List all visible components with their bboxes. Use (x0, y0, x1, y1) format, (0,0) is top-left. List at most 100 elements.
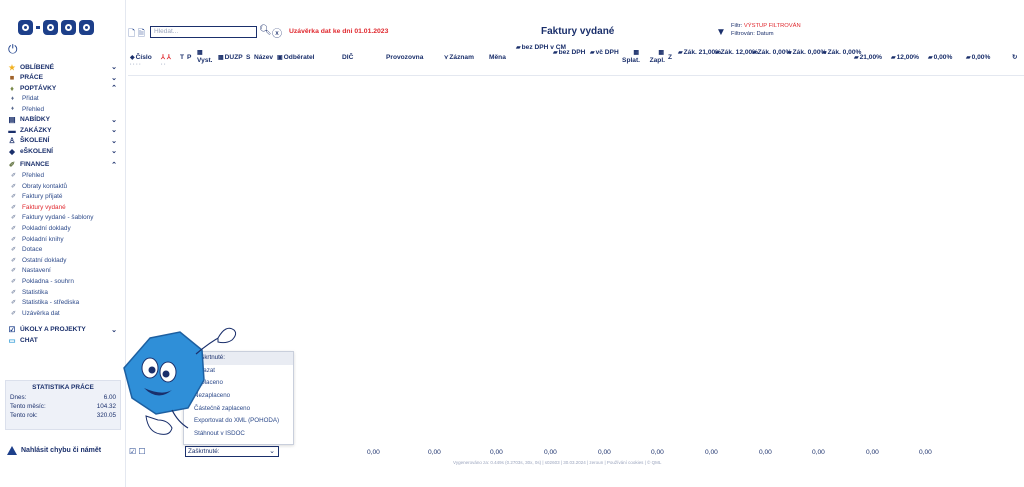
hierarchy-icon: ⋎ (444, 55, 449, 61)
col-zak-12[interactable]: ▰Zák. 12,00% (715, 49, 758, 57)
pencil-icon: ✐ (11, 300, 17, 307)
money-bill-icon: ▰ (678, 50, 683, 56)
sidebar-section-poptavky[interactable]: ♦ POPTÁVKY ⌃ (0, 83, 124, 94)
sidebar-section-nabidky[interactable]: ▤ NABÍDKY ⌄ (0, 115, 124, 126)
pencil-icon: ✐ (11, 289, 17, 296)
sidebar-item-label: Obraty kontaktů (22, 182, 68, 190)
sidebar-item-pridat[interactable]: ♦ Přidat (0, 94, 124, 105)
sort-dot: · · (161, 62, 166, 68)
sidebar-item-finance[interactable]: ✐ Statistika (0, 287, 124, 298)
col-dic[interactable]: DIČ (342, 54, 353, 62)
sidebar-section-prace[interactable]: ■ PRÁCE ⌄ (0, 73, 124, 84)
col-z[interactable]: Z (668, 54, 672, 62)
col-0-b[interactable]: ▰0,00% (966, 54, 990, 62)
col-odberatel[interactable]: ▣Odběratel (277, 54, 314, 62)
col-bez-dph-cm[interactable]: ▰bez DPH v CM (516, 44, 566, 52)
col-zapl[interactable]: ▦ Zapl. (647, 49, 665, 65)
sidebar-section-skoleni[interactable]: ♙ ŠKOLENÍ ⌄ (0, 136, 124, 147)
col-zaznam[interactable]: ⋎Záznam (444, 54, 474, 62)
sidebar-item-finance[interactable]: ✐ Faktury vydané (0, 202, 124, 213)
search-icon[interactable]: 🔍︎ (259, 25, 272, 36)
sidebar-item-label: Přehled (22, 171, 45, 179)
col-zak-0-c[interactable]: ▰Zák. 0,00% (822, 49, 861, 57)
pencil-icon: ✐ (11, 310, 17, 317)
sidebar-item-finance[interactable]: ✐ Pokladna - souhrn (0, 276, 124, 287)
col-nazev[interactable]: Název (254, 54, 273, 62)
money-bill-icon: ▰ (966, 55, 971, 61)
col-12[interactable]: ▰12,00% (891, 54, 919, 62)
col-vc-dph[interactable]: ▰vč DPH (590, 49, 619, 57)
power-icon[interactable]: ⏻ (8, 42, 18, 57)
sidebar-section-finance[interactable]: ✐ FINANCE ⌃ (0, 160, 124, 171)
money-bill-icon: ▰ (553, 50, 558, 56)
sidebar-item-finance[interactable]: ✐ Pokladní doklady (0, 223, 124, 234)
col-splat[interactable]: ▦ Splat. (620, 49, 640, 65)
col-number[interactable]: ◆Číslo · · · · (130, 54, 152, 68)
money-bill-icon: ▰ (516, 45, 521, 51)
sidebar-item-finance[interactable]: ✐ Uzávěrka dat (0, 308, 124, 319)
toolbar-icons: 🗋 🗎 (128, 26, 145, 42)
report-bug-link[interactable]: Nahlásit chybu či námět (7, 446, 101, 455)
col-zak-0-a[interactable]: ▰Zák. 0,00% (752, 49, 791, 57)
sidebar-item-finance[interactable]: ✐ Nastavení (0, 266, 124, 277)
logo-o-icon (61, 20, 76, 35)
sum-cell: 0,00 (705, 449, 718, 456)
col-label: Měna (489, 54, 506, 61)
col-label: Odběratel (283, 54, 315, 61)
report-bug-label: Nahlásit chybu či námět (21, 447, 102, 454)
clear-icon[interactable]: ⓧ (272, 25, 282, 40)
col-0-a[interactable]: ▰0,00% (928, 54, 952, 62)
chevron-up-icon: ⌃ (111, 85, 117, 92)
sidebar-item-finance[interactable]: ✐ Obraty kontaktů (0, 181, 124, 192)
sidebar-section-label: ZAKÁZKY (20, 126, 52, 134)
mascot-illustration (123, 327, 237, 435)
filter-icon[interactable]: ▼ (716, 27, 726, 38)
sidebar-section-eskoleni[interactable]: ◆ eŠKOLENÍ ⌄ (0, 146, 124, 157)
col-t[interactable]: T (180, 54, 184, 62)
bulk-action-select[interactable]: Zaškrtnuté: ⌄ (185, 446, 279, 457)
sidebar-item-finance[interactable]: ✐ Ostatní doklady (0, 255, 124, 266)
col-label: P (187, 54, 192, 61)
search-input[interactable]: Hledat... (150, 26, 257, 38)
col-zak-21[interactable]: ▰Zák. 21,00% (678, 49, 721, 57)
sidebar-item-prehled-poptavky[interactable]: ♦ Přehled (0, 104, 124, 115)
sidebar-section-zakazky[interactable]: ▬ ZAKÁZKY ⌄ (0, 125, 124, 136)
pencil-icon: ✐ (11, 278, 17, 285)
sidebar-item-finance[interactable]: ✐ Faktury přijaté (0, 191, 124, 202)
sidebar-section-chat[interactable]: ▭ CHAT (0, 335, 124, 346)
sidebar-item-finance[interactable]: ✐ Faktury vydané - šablony (0, 213, 124, 224)
pencil-icon: ✐ (11, 247, 17, 254)
checkbox-empty-icon[interactable]: ☐ (138, 447, 145, 456)
money-bill-icon: ▰ (822, 50, 827, 56)
col-label: S (246, 54, 251, 61)
sidebar-item-label: Pokladní knihy (22, 235, 64, 243)
document-list-icon[interactable]: 🗎 (138, 28, 145, 38)
new-document-icon[interactable]: 🗋 (128, 28, 135, 38)
checkbox-checked-icon[interactable]: ☑ (129, 447, 136, 456)
sidebar-section-label: OBLÍBENÉ (20, 63, 55, 71)
pdf-icon[interactable]: ⅄ ⅄ · · (161, 54, 171, 68)
sidebar-section-ukoly[interactable]: ☑ ÚKOLY A PROJEKTY ⌄ (0, 325, 124, 336)
sidebar-section-label: FINANCE (20, 161, 50, 169)
col-21[interactable]: ▰21,00% (854, 54, 882, 62)
chevron-up-icon: ⌃ (111, 161, 117, 169)
refresh-icon[interactable]: ↻ (1012, 54, 1018, 62)
col-duzp[interactable]: ▦DUZP (218, 54, 243, 62)
sidebar-item-label: Pokladna - souhrn (22, 277, 74, 285)
col-provozovna[interactable]: Provozovna (386, 54, 423, 62)
col-bez-dph[interactable]: ▰bez DPH (553, 49, 585, 57)
logo[interactable] (18, 20, 94, 35)
col-p[interactable]: P (187, 54, 191, 62)
col-vyst[interactable]: ▦ Vyst. (197, 49, 213, 65)
col-zak-0-b[interactable]: ▰Zák. 0,00% (787, 49, 826, 57)
briefcase-icon: ■ (9, 73, 15, 83)
col-label: DIČ (342, 54, 354, 61)
sidebar-item-finance[interactable]: ✐ Dotace (0, 244, 124, 255)
sidebar-item-finance[interactable]: ✐ Statistika - střediska (0, 297, 124, 308)
sidebar-section-oblibene[interactable]: ★ OBLÍBENÉ ⌄ (0, 62, 124, 73)
col-s[interactable]: S (246, 54, 250, 62)
stats-title: STATISTIKA PRÁCE (32, 384, 94, 391)
sidebar-item-finance[interactable]: ✐ Přehled (0, 170, 124, 181)
col-mena[interactable]: Měna (489, 54, 506, 62)
sidebar-item-finance[interactable]: ✐ Pokladní knihy (0, 234, 124, 245)
